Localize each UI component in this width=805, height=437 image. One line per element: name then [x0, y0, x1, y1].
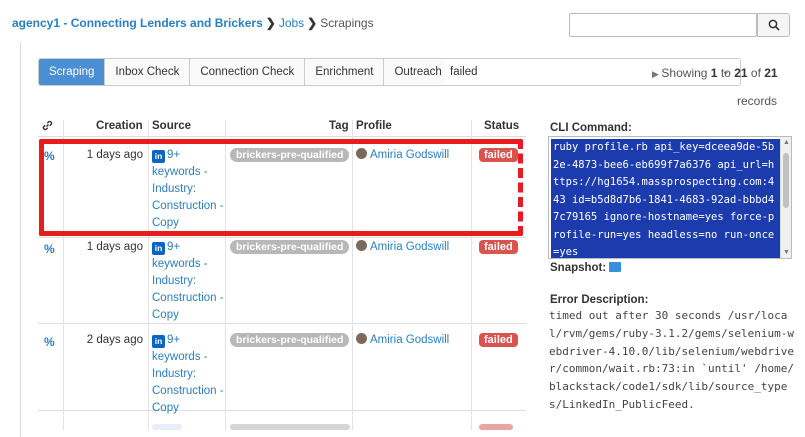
- breadcrumb: agency1 - Connecting Lenders and Bricker…: [12, 16, 374, 30]
- status-badge: [479, 424, 513, 430]
- pagination-suffix: records: [737, 94, 778, 108]
- pagination-to-word: to: [720, 66, 731, 80]
- link-icon[interactable]: %: [44, 148, 55, 165]
- source-link[interactable]: in 9+ keywords - Industry: Construction -…: [152, 332, 224, 417]
- header-divider: [38, 136, 526, 137]
- tab-outreach[interactable]: Outreach: [384, 59, 452, 85]
- error-description-label: Error Description:: [550, 294, 649, 306]
- column-divider: [225, 120, 226, 430]
- source-link[interactable]: in 9+ keywords - Industry: Construction -…: [152, 239, 224, 324]
- search-icon: [768, 19, 780, 31]
- scroll-up-icon[interactable]: ▲: [783, 139, 790, 146]
- chevron-right-icon: ❯: [265, 16, 276, 30]
- status-badge: failed: [479, 147, 518, 164]
- row-divider: [38, 410, 526, 411]
- creation-date: 1 days ago: [86, 241, 143, 253]
- status-label: failed: [479, 333, 518, 347]
- cli-scrollbar[interactable]: ▲ ▼: [780, 137, 791, 258]
- scrollbar-thumb[interactable]: [783, 153, 789, 208]
- column-divider: [352, 120, 353, 430]
- avatar: [356, 333, 367, 344]
- link-icon[interactable]: %: [44, 241, 55, 258]
- column-divider: [148, 120, 149, 430]
- scroll-down-icon[interactable]: ▼: [783, 249, 790, 256]
- cli-command-text: ruby profile.rb api_key=dceea9de-5b2e-48…: [551, 139, 780, 258]
- snapshot-label: Snapshot:: [550, 262, 622, 274]
- linkedin-icon: in: [152, 242, 165, 255]
- status-label: failed: [479, 240, 518, 254]
- chevron-right-icon: ❯: [307, 16, 318, 30]
- column-divider: [63, 120, 64, 430]
- breadcrumb-jobs-link[interactable]: Jobs: [279, 16, 304, 30]
- pagination-total: 21: [764, 66, 778, 80]
- image-icon[interactable]: [609, 262, 622, 272]
- tag-badge: brickers-pre-qualified: [230, 332, 350, 349]
- source-link[interactable]: in 9+ keywords - Industry: Construction -…: [152, 147, 224, 232]
- column-divider: [471, 120, 472, 430]
- source-link[interactable]: [152, 424, 182, 430]
- tag-badge: [230, 424, 350, 430]
- row-divider: [38, 237, 526, 238]
- search-input[interactable]: [569, 13, 757, 37]
- linkedin-icon: in: [152, 150, 165, 163]
- error-description-text: timed out after 30 seconds /usr/local/rv…: [549, 309, 795, 411]
- snapshot-label-text: Snapshot:: [550, 262, 607, 274]
- profile-link[interactable]: Amiria Godswill: [356, 239, 449, 256]
- profile-name: Amiria Godswill: [370, 149, 450, 161]
- row-divider: [38, 323, 526, 324]
- tab-inbox-check[interactable]: Inbox Check: [105, 59, 191, 85]
- profile-name: Amiria Godswill: [370, 334, 450, 346]
- status-label: failed: [479, 148, 518, 162]
- profile-link[interactable]: Amiria Godswill: [356, 332, 449, 349]
- tag-label: brickers-pre-qualified: [230, 240, 350, 254]
- top-bar: agency1 - Connecting Lenders and Bricker…: [0, 0, 805, 40]
- status-badge: failed: [479, 332, 518, 349]
- pagination-prefix: Showing: [661, 66, 708, 80]
- tag-badge: brickers-pre-qualified: [230, 147, 350, 164]
- pagination-summary: ▶ Showing 1 to 21 of 21: [652, 66, 778, 80]
- job-type-tabs: Scraping Inbox Check Connection Check En…: [38, 58, 453, 86]
- tag-label: brickers-pre-qualified: [230, 333, 350, 347]
- profile-link[interactable]: Amiria Godswill: [356, 147, 449, 164]
- caret-right-icon: ▶: [652, 69, 662, 79]
- pagination-from: 1: [710, 66, 718, 80]
- cli-command-textarea[interactable]: ruby profile.rb api_key=dceea9de-5b2e-48…: [548, 136, 792, 259]
- tab-connection-check[interactable]: Connection Check: [190, 59, 306, 85]
- creation-date: 1 days ago: [86, 149, 143, 161]
- link-icon[interactable]: %: [44, 334, 55, 351]
- search-button[interactable]: [757, 13, 790, 37]
- tab-scraping[interactable]: Scraping: [39, 59, 106, 85]
- status-badge: failed: [479, 239, 518, 256]
- profile-name: Amiria Godswill: [370, 241, 450, 253]
- status-filter-value: failed: [450, 66, 478, 78]
- tag-badge: brickers-pre-qualified: [230, 239, 350, 256]
- avatar: [356, 148, 367, 159]
- pagination-to: 21: [734, 66, 748, 80]
- tag-label: brickers-pre-qualified: [230, 148, 350, 162]
- breadcrumb-agency-link[interactable]: agency1 - Connecting Lenders and Bricker…: [12, 16, 263, 30]
- cli-command-label: CLI Command:: [550, 122, 632, 134]
- avatar: [356, 240, 367, 251]
- pagination-of-word: of: [750, 66, 761, 80]
- linkedin-icon: in: [152, 335, 165, 348]
- breadcrumb-current: Scrapings: [320, 16, 374, 30]
- tab-enrichment[interactable]: Enrichment: [305, 59, 385, 85]
- creation-date: 2 days ago: [86, 334, 143, 346]
